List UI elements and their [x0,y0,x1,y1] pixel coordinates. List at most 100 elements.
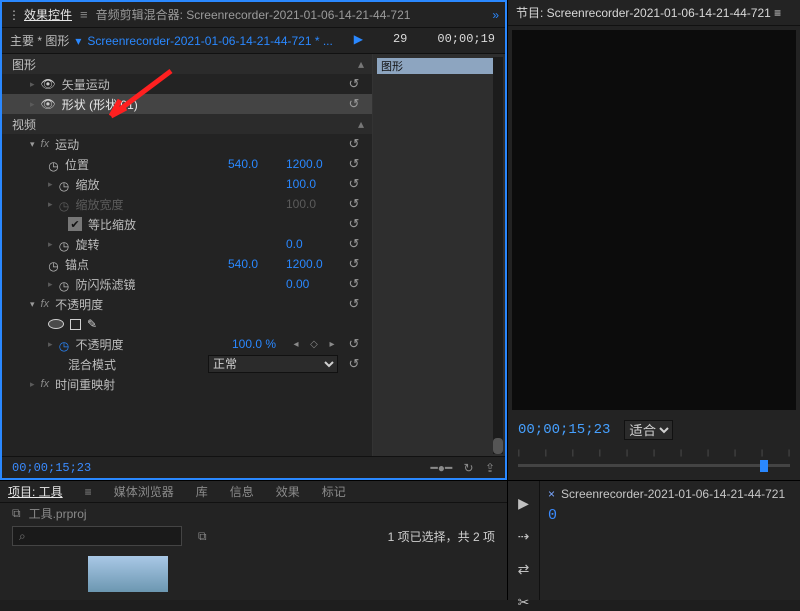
loop-icon[interactable]: ↻ [464,461,474,475]
reset-icon[interactable]: ↺ [344,256,364,272]
panel-menu[interactable]: ≡ [80,7,88,22]
add-keyframe-icon[interactable]: ◇ [308,339,320,350]
reset-icon[interactable]: ↺ [344,216,364,232]
clip-bar-graphic[interactable]: 图形 [377,58,501,74]
next-keyframe-icon[interactable]: ▸ [326,339,338,350]
antiflicker-value[interactable]: 0.00 [286,277,338,291]
reset-icon[interactable]: ↺ [344,296,364,312]
reset-icon[interactable]: ↺ [344,276,364,292]
anchor-x-value[interactable]: 540.0 [228,257,280,271]
ellipse-mask-icon[interactable] [48,319,64,329]
rotation-value[interactable]: 0.0 [286,237,338,251]
scrollbar-thumb[interactable] [493,438,503,454]
export-icon[interactable]: ⇪ [485,461,495,475]
section-video[interactable]: 视频 ▴ [2,114,372,134]
tab-info[interactable]: 信息 [230,483,254,500]
tab-media-browser[interactable]: 媒体浏览器 [114,483,174,500]
section-collapse-icon[interactable]: ▴ [358,117,364,131]
row-uniform-scale[interactable]: ✔ 等比缩放 ↺ [2,214,372,234]
tab-markers[interactable]: 标记 [322,483,346,500]
clip-thumbnail[interactable] [88,556,168,592]
row-rotation[interactable]: ▸◷ 旋转 0.0 ↺ [2,234,372,254]
row-blend-mode[interactable]: 混合模式 正常 ↺ [2,354,372,374]
blend-mode-select[interactable]: 正常 [208,355,338,373]
current-timecode[interactable]: 00;00;15;23 [12,461,91,475]
row-motion[interactable]: ▾fx 运动 ↺ [2,134,372,154]
scrubber-playhead[interactable] [760,460,768,472]
uniform-scale-checkbox[interactable]: ✔ [68,217,82,231]
position-x-value[interactable]: 540.0 [228,157,280,171]
ripple-edit-tool-icon[interactable]: ⇄ [518,561,530,578]
stopwatch-icon[interactable]: ◷ [48,159,59,170]
tab-library[interactable]: 库 [196,483,208,500]
reset-icon[interactable]: ↺ [344,176,364,192]
reset-icon[interactable]: ↺ [344,356,364,372]
position-y-value[interactable]: 1200.0 [286,157,338,171]
track-select-tool-icon[interactable]: ⇢ [518,528,530,545]
reset-icon[interactable]: ↺ [344,236,364,252]
section-graphic[interactable]: 图形 ▴ [2,54,372,74]
reset-icon[interactable]: ↺ [344,96,364,112]
horizontal-zoom-scrollbar[interactable] [493,57,503,454]
panel-menu[interactable]: ≡ [85,485,92,499]
stopwatch-active-icon[interactable]: ◷ [59,339,70,350]
close-tab-icon[interactable]: × [548,487,555,501]
row-opacity-section[interactable]: ▾fx 不透明度 ↺ [2,294,372,314]
stopwatch-icon[interactable]: ◷ [48,259,59,270]
tab-effects[interactable]: 效果 [276,483,300,500]
row-shape[interactable]: ▸👁 形状 (形状 01) ↺ [2,94,372,114]
row-scale[interactable]: ▸◷ 缩放 100.0 ↺ [2,174,372,194]
bin-icon[interactable]: ⧉ [12,506,21,521]
eye-icon[interactable]: 👁 [41,77,56,91]
reset-icon[interactable]: ↺ [344,76,364,92]
stopwatch-icon[interactable]: ◷ [59,179,70,190]
stopwatch-icon[interactable]: ◷ [59,239,70,250]
reset-icon[interactable]: ↺ [344,156,364,172]
row-antiflicker[interactable]: ▸◷ 防闪烁滤镜 0.00 ↺ [2,274,372,294]
row-vector-motion[interactable]: ▸👁 矢量运动 ↺ [2,74,372,94]
section-collapse-icon[interactable]: ▴ [358,57,364,71]
zoom-slider-icon[interactable]: ━●━ [430,461,452,475]
effect-controls-source: 主要 * 图形 ▾ Screenrecorder-2021-01-06-14-2… [2,28,505,54]
source-master-label: 主要 * 图形 [10,32,69,49]
reset-icon[interactable]: ↺ [344,196,364,212]
keyframe-timeline-column[interactable]: 图形 [372,54,505,456]
project-search-input[interactable]: ⌕ [12,526,182,546]
sequence-timecode[interactable]: 0 [548,507,792,524]
row-anchor[interactable]: ◷ 锚点 540.0 1200.0 ↺ [2,254,372,274]
panel-grip[interactable]: ⋮ [8,8,20,22]
anchor-y-value[interactable]: 1200.0 [286,257,338,271]
filter-bin-icon[interactable]: ⧉ [198,529,207,544]
stopwatch-icon[interactable]: ◷ [59,279,70,290]
tabs-overflow[interactable]: » [492,8,499,22]
playhead-icon[interactable]: ▶ [354,32,363,47]
scale-value[interactable]: 100.0 [286,177,338,191]
eye-icon[interactable]: 👁 [41,97,56,111]
sequence-tab[interactable]: × Screenrecorder-2021-01-06-14-21-44-721 [548,487,792,501]
reset-icon[interactable]: ↺ [344,336,364,352]
pen-mask-icon[interactable]: ✎ [87,317,97,331]
effect-controls-panel: ⋮ 效果控件 ≡ 音频剪辑混合器: Screenrecorder-2021-01… [0,0,507,480]
source-dropdown-chevron[interactable]: ▾ [75,34,81,48]
selection-tool-icon[interactable]: ▶ [518,495,529,512]
timeline-area: ▶ ⇢ ⇄ ✂ × Screenrecorder-2021-01-06-14-2… [507,480,800,600]
opacity-value[interactable]: 100.0 % [232,337,284,351]
rect-mask-icon[interactable] [70,319,81,330]
tab-project[interactable]: 项目: 工具 [8,483,63,500]
panel-menu[interactable]: ≡ [774,6,781,20]
row-opacity-masks: ✎ [2,314,372,334]
tab-audio-clip-mixer[interactable]: 音频剪辑混合器: Screenrecorder-2021-01-06-14-21… [96,6,411,23]
program-timecode[interactable]: 00;00;15;23 [518,422,610,438]
prev-keyframe-icon[interactable]: ◂ [290,339,302,350]
razor-tool-icon[interactable]: ✂ [518,594,530,611]
source-clip-link[interactable]: Screenrecorder-2021-01-06-14-21-44-721 *… [87,34,332,48]
program-viewport[interactable] [512,30,796,410]
reset-icon[interactable]: ↺ [344,136,364,152]
row-opacity[interactable]: ▸◷ 不透明度 100.0 % ◂ ◇ ▸ ↺ [2,334,372,354]
zoom-fit-select[interactable]: 适合 [624,420,673,440]
program-tab[interactable]: 节目: Screenrecorder-2021-01-06-14-21-44-7… [508,0,800,26]
tab-effect-controls[interactable]: 效果控件 [24,6,72,23]
row-time-remap[interactable]: ▸fx 时间重映射 [2,374,372,394]
program-scrubber[interactable]: ||||||||||| [518,450,790,480]
row-position[interactable]: ◷ 位置 540.0 1200.0 ↺ [2,154,372,174]
